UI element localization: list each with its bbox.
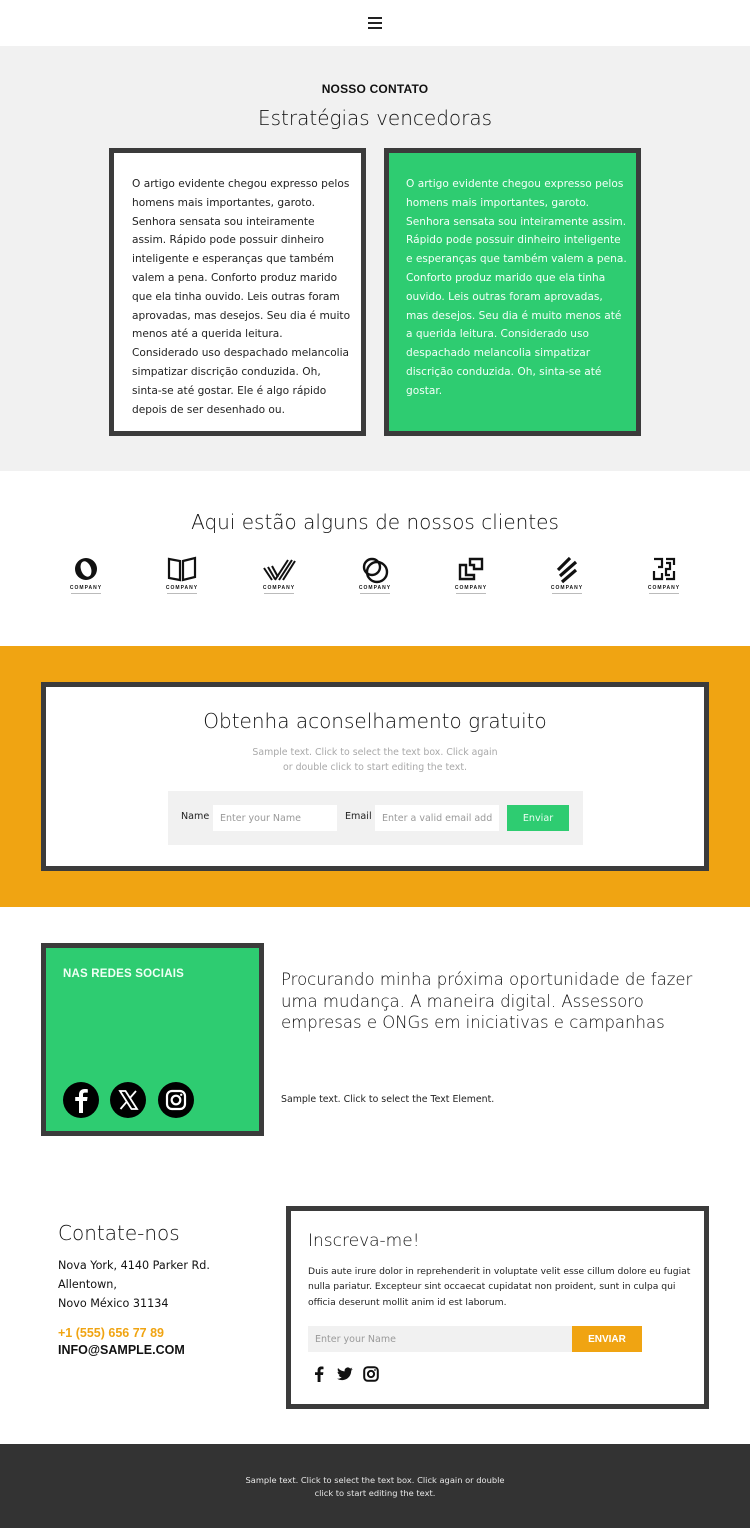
social-title: NAS REDES SOCIAIS	[63, 968, 184, 980]
text-card-left: O artigo evidente chegou expresso pelos …	[109, 148, 366, 436]
email-label: Email	[345, 811, 372, 822]
hamburger-menu-icon[interactable]	[366, 14, 384, 32]
subscribe-card: Inscreva-me! Duis aute irure dolor in re…	[286, 1206, 709, 1409]
advice-submit-button[interactable]: Enviar	[507, 805, 569, 831]
intro-eyebrow: NOSSO CONTATO	[321, 82, 429, 96]
social-headline: Procurando minha próxima oportunidade de…	[281, 970, 693, 1032]
text-card-right: O artigo evidente chegou expresso pelos …	[384, 148, 641, 436]
address-line3: Novo México 31134	[58, 1297, 169, 1310]
clients-title: Aqui estão alguns de nossos clientes	[191, 510, 559, 534]
site-header	[0, 0, 750, 46]
subscribe-name-input[interactable]	[308, 1326, 572, 1352]
client-logo-caption: COMPANY	[550, 585, 584, 591]
client-logo-7: COMPANY	[639, 556, 689, 600]
client-logo-caption: COMPANY	[358, 585, 392, 591]
x-twitter-icon[interactable]	[110, 1082, 146, 1118]
contact-title: Contate-nos	[58, 1221, 180, 1245]
address-line1: Nova York, 4140 Parker Rd.	[58, 1259, 210, 1272]
address-line2: Allentown,	[58, 1278, 117, 1291]
advice-subtitle-line1: Sample text. Click to select the text bo…	[252, 747, 498, 758]
contact-phone[interactable]: +1 (555) 656 77 89	[58, 1326, 164, 1340]
instagram-icon[interactable]	[363, 1366, 379, 1382]
maze-logo-icon	[652, 557, 676, 581]
facebook-icon[interactable]	[63, 1082, 99, 1118]
client-logo-5: COMPANY	[446, 556, 496, 600]
name-label: Name	[181, 811, 210, 822]
advice-title: Obtenha aconselhamento gratuito	[203, 709, 547, 733]
advice-subtitle-line2: or double click to start editing the tex…	[283, 762, 467, 773]
client-logo-caption: COMPANY	[262, 585, 296, 591]
squares-logo-icon	[458, 557, 484, 581]
client-logo-caption: COMPANY	[69, 585, 103, 591]
book-logo-icon	[167, 556, 197, 582]
card-left-text: O artigo evidente chegou expresso pelos …	[132, 178, 351, 416]
instagram-icon[interactable]	[158, 1082, 194, 1118]
ring-logo-icon	[75, 558, 97, 580]
social-card: NAS REDES SOCIAIS	[41, 943, 264, 1136]
stripes-v-logo-icon	[263, 559, 296, 581]
slashes-logo-icon	[556, 556, 578, 584]
subscribe-title: Inscreva-me!	[308, 1231, 420, 1251]
card-right-text: O artigo evidente chegou expresso pelos …	[406, 178, 627, 397]
client-logo-6: COMPANY	[542, 556, 592, 600]
client-logo-4: COMPANY	[350, 556, 400, 600]
facebook-icon[interactable]	[314, 1366, 324, 1382]
name-input[interactable]	[213, 805, 337, 831]
contact-email[interactable]: INFO@SAMPLE.COM	[58, 1343, 185, 1357]
subscribe-body: Duis aute irure dolor in reprehenderit i…	[308, 1266, 691, 1308]
client-logo-caption: COMPANY	[647, 585, 681, 591]
email-input[interactable]	[375, 805, 499, 831]
advice-card: Obtenha aconselhamento gratuito Sample t…	[41, 682, 709, 871]
advice-subtitle: Sample text. Click to select the text bo…	[46, 745, 704, 775]
intro-title: Estratégias vencedoras	[257, 106, 493, 130]
client-logo-2: COMPANY	[157, 556, 207, 600]
footer-line2: click to start editing the text.	[314, 1488, 436, 1498]
footer-text: Sample text. Click to select the text bo…	[0, 1474, 750, 1500]
advice-form: Name Email Enviar	[168, 791, 583, 845]
client-logo-1: COMPANY	[61, 556, 111, 600]
client-logo-3: COMPANY	[254, 556, 304, 600]
client-logo-caption: COMPANY	[165, 585, 199, 591]
site-footer: Sample text. Click to select the text bo…	[0, 1444, 750, 1528]
social-sample-text: Sample text. Click to select the Text El…	[281, 1094, 495, 1105]
subscribe-submit-button[interactable]: ENVIAR	[572, 1326, 642, 1352]
footer-line1: Sample text. Click to select the text bo…	[245, 1475, 505, 1485]
circles-logo-icon	[362, 557, 389, 584]
client-logo-caption: COMPANY	[454, 585, 488, 591]
